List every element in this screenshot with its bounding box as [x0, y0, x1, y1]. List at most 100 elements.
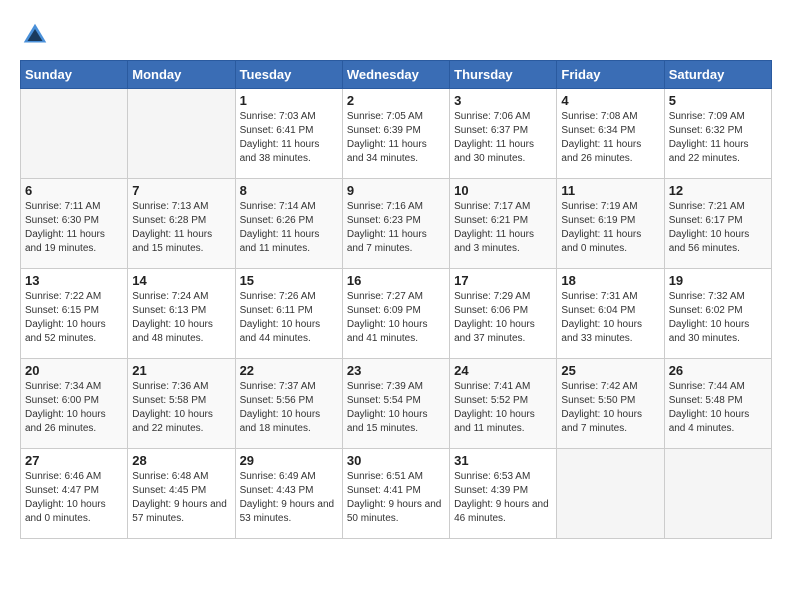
day-number: 14	[132, 273, 230, 288]
day-info: Sunrise: 7:39 AM Sunset: 5:54 PM Dayligh…	[347, 380, 445, 436]
day-number: 21	[132, 363, 230, 378]
day-number: 23	[347, 363, 445, 378]
day-number: 26	[669, 363, 767, 378]
weekday-header-wednesday: Wednesday	[342, 61, 449, 89]
day-info: Sunrise: 7:22 AM Sunset: 6:15 PM Dayligh…	[25, 290, 123, 346]
day-info: Sunrise: 7:11 AM Sunset: 6:30 PM Dayligh…	[25, 200, 123, 256]
day-info: Sunrise: 7:09 AM Sunset: 6:32 PM Dayligh…	[669, 110, 767, 166]
day-number: 2	[347, 93, 445, 108]
weekday-header-thursday: Thursday	[450, 61, 557, 89]
calendar-cell: 29 Sunrise: 6:49 AM Sunset: 4:43 PM Dayli…	[235, 449, 342, 539]
day-number: 11	[561, 183, 659, 198]
day-number: 24	[454, 363, 552, 378]
day-number: 31	[454, 453, 552, 468]
calendar-cell: 12Sunrise: 7:21 AM Sunset: 6:17 PM Dayli…	[664, 179, 771, 269]
day-info: Sunrise: 7:16 AM Sunset: 6:23 PM Dayligh…	[347, 200, 445, 256]
weekday-header-tuesday: Tuesday	[235, 61, 342, 89]
day-number: 20	[25, 363, 123, 378]
day-number: 6	[25, 183, 123, 198]
day-info: Sunrise: 6:46 AM Sunset: 4:47 PM Dayligh…	[25, 470, 123, 526]
day-info: Sunrise: 7:34 AM Sunset: 6:00 PM Dayligh…	[25, 380, 123, 436]
day-info: Sunrise: 7:26 AM Sunset: 6:11 PM Dayligh…	[240, 290, 338, 346]
day-number: 7	[132, 183, 230, 198]
day-number: 10	[454, 183, 552, 198]
weekday-header-saturday: Saturday	[664, 61, 771, 89]
day-number: 19	[669, 273, 767, 288]
calendar-cell: 14 Sunrise: 7:24 AM Sunset: 6:13 PM Dayli…	[128, 269, 235, 359]
day-info: Sunrise: 7:32 AM Sunset: 6:02 PM Dayligh…	[669, 290, 767, 346]
weekday-header-friday: Friday	[557, 61, 664, 89]
calendar-cell	[557, 449, 664, 539]
day-info: Sunrise: 6:49 AM Sunset: 4:43 PM Dayligh…	[240, 470, 338, 526]
day-number: 28	[132, 453, 230, 468]
calendar-cell: 23 Sunrise: 7:39 AM Sunset: 5:54 PM Dayli…	[342, 359, 449, 449]
day-info: Sunrise: 7:06 AM Sunset: 6:37 PM Dayligh…	[454, 110, 552, 166]
calendar-cell: 6 Sunrise: 7:11 AM Sunset: 6:30 PM Daylig…	[21, 179, 128, 269]
calendar-cell: 22 Sunrise: 7:37 AM Sunset: 5:56 PM Dayli…	[235, 359, 342, 449]
day-number: 18	[561, 273, 659, 288]
day-number: 8	[240, 183, 338, 198]
calendar-cell: 27 Sunrise: 6:46 AM Sunset: 4:47 PM Dayli…	[21, 449, 128, 539]
calendar-cell: 7 Sunrise: 7:13 AM Sunset: 6:28 PM Daylig…	[128, 179, 235, 269]
day-number: 29	[240, 453, 338, 468]
calendar-cell	[664, 449, 771, 539]
calendar-cell: 19 Sunrise: 7:32 AM Sunset: 6:02 PM Dayli…	[664, 269, 771, 359]
calendar-cell: 28 Sunrise: 6:48 AM Sunset: 4:45 PM Dayli…	[128, 449, 235, 539]
calendar-cell: 11 Sunrise: 7:19 AM Sunset: 6:19 PM Dayli…	[557, 179, 664, 269]
day-info: Sunrise: 7:44 AM Sunset: 5:48 PM Dayligh…	[669, 380, 767, 436]
day-number: 25	[561, 363, 659, 378]
calendar-cell: 26 Sunrise: 7:44 AM Sunset: 5:48 PM Dayli…	[664, 359, 771, 449]
calendar-cell	[21, 89, 128, 179]
calendar-cell: 5 Sunrise: 7:09 AM Sunset: 6:32 PM Daylig…	[664, 89, 771, 179]
page-header	[20, 20, 772, 50]
calendar-cell: 10 Sunrise: 7:17 AM Sunset: 6:21 PM Dayli…	[450, 179, 557, 269]
weekday-header-sunday: Sunday	[21, 61, 128, 89]
day-number: 4	[561, 93, 659, 108]
calendar-cell	[128, 89, 235, 179]
calendar-cell: 30 Sunrise: 6:51 AM Sunset: 4:41 PM Dayli…	[342, 449, 449, 539]
calendar-cell: 17 Sunrise: 7:29 AM Sunset: 6:06 PM Dayli…	[450, 269, 557, 359]
day-info: Sunrise: 7:19 AM Sunset: 6:19 PM Dayligh…	[561, 200, 659, 256]
day-number: 17	[454, 273, 552, 288]
day-info: Sunrise: 7:17 AM Sunset: 6:21 PM Dayligh…	[454, 200, 552, 256]
day-info: Sunrise: 6:51 AM Sunset: 4:41 PM Dayligh…	[347, 470, 445, 526]
day-number: 13	[25, 273, 123, 288]
calendar-cell: 9 Sunrise: 7:16 AM Sunset: 6:23 PM Daylig…	[342, 179, 449, 269]
day-number: 30	[347, 453, 445, 468]
weekday-header-monday: Monday	[128, 61, 235, 89]
day-info: Sunrise: 6:48 AM Sunset: 4:45 PM Dayligh…	[132, 470, 230, 526]
calendar-cell: 25 Sunrise: 7:42 AM Sunset: 5:50 PM Dayli…	[557, 359, 664, 449]
day-number: 9	[347, 183, 445, 198]
calendar-cell: 16Sunrise: 7:27 AM Sunset: 6:09 PM Dayli…	[342, 269, 449, 359]
day-info: Sunrise: 7:08 AM Sunset: 6:34 PM Dayligh…	[561, 110, 659, 166]
logo	[20, 20, 52, 50]
day-info: Sunrise: 7:42 AM Sunset: 5:50 PM Dayligh…	[561, 380, 659, 436]
day-info: Sunrise: 7:37 AM Sunset: 5:56 PM Dayligh…	[240, 380, 338, 436]
day-info: Sunrise: 7:13 AM Sunset: 6:28 PM Dayligh…	[132, 200, 230, 256]
calendar-cell: 20 Sunrise: 7:34 AM Sunset: 6:00 PM Dayli…	[21, 359, 128, 449]
day-number: 22	[240, 363, 338, 378]
calendar-cell: 21Sunrise: 7:36 AM Sunset: 5:58 PM Dayli…	[128, 359, 235, 449]
day-info: Sunrise: 7:14 AM Sunset: 6:26 PM Dayligh…	[240, 200, 338, 256]
calendar-cell: 31 Sunrise: 6:53 AM Sunset: 4:39 PM Dayli…	[450, 449, 557, 539]
logo-icon	[20, 20, 50, 50]
day-info: Sunrise: 6:53 AM Sunset: 4:39 PM Dayligh…	[454, 470, 552, 526]
calendar-cell: 24Sunrise: 7:41 AM Sunset: 5:52 PM Dayli…	[450, 359, 557, 449]
day-info: Sunrise: 7:31 AM Sunset: 6:04 PM Dayligh…	[561, 290, 659, 346]
day-number: 27	[25, 453, 123, 468]
day-info: Sunrise: 7:24 AM Sunset: 6:13 PM Dayligh…	[132, 290, 230, 346]
calendar-cell: 13 Sunrise: 7:22 AM Sunset: 6:15 PM Dayli…	[21, 269, 128, 359]
day-number: 16	[347, 273, 445, 288]
calendar-table: SundayMondayTuesdayWednesdayThursdayFrid…	[20, 60, 772, 539]
day-number: 12	[669, 183, 767, 198]
calendar-cell: 2 Sunrise: 7:05 AM Sunset: 6:39 PM Daylig…	[342, 89, 449, 179]
day-number: 1	[240, 93, 338, 108]
calendar-cell: 1 Sunrise: 7:03 AM Sunset: 6:41 PM Daylig…	[235, 89, 342, 179]
day-number: 5	[669, 93, 767, 108]
day-number: 3	[454, 93, 552, 108]
day-number: 15	[240, 273, 338, 288]
day-info: Sunrise: 7:05 AM Sunset: 6:39 PM Dayligh…	[347, 110, 445, 166]
calendar-cell: 3 Sunrise: 7:06 AM Sunset: 6:37 PM Daylig…	[450, 89, 557, 179]
day-info: Sunrise: 7:29 AM Sunset: 6:06 PM Dayligh…	[454, 290, 552, 346]
day-info: Sunrise: 7:03 AM Sunset: 6:41 PM Dayligh…	[240, 110, 338, 166]
